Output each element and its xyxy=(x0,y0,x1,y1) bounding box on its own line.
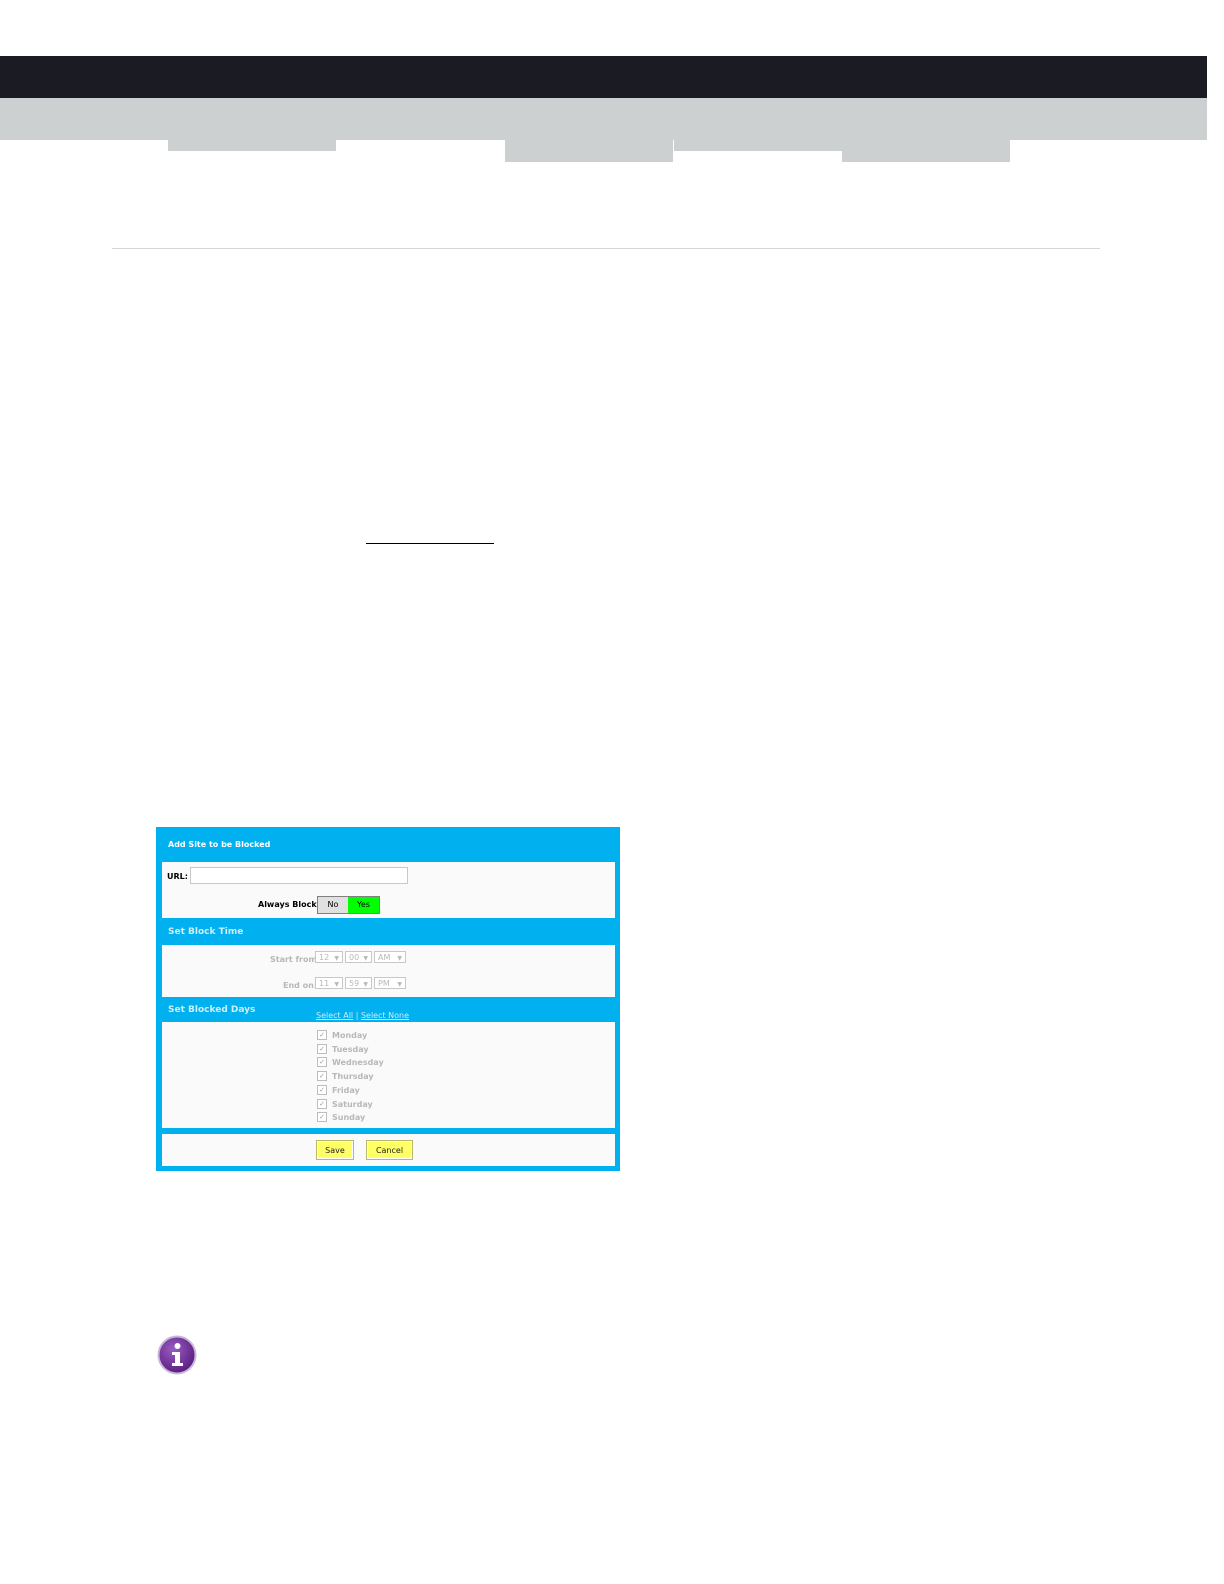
panel-title: Add Site to be Blocked xyxy=(168,840,271,849)
start-hour-value: 12 xyxy=(319,953,330,962)
url-label: URL: xyxy=(167,872,188,881)
block-time-heading: Set Block Time xyxy=(168,927,244,937)
chevron-down-icon: ▼ xyxy=(334,955,339,962)
nav-band xyxy=(0,98,1207,140)
always-block-label: Always Block? xyxy=(258,900,322,909)
nav-tab-4[interactable] xyxy=(674,140,842,151)
header-bar xyxy=(0,56,1207,98)
day-label: Friday xyxy=(332,1085,360,1095)
select-all-link[interactable]: Select All xyxy=(316,1011,353,1020)
start-hour-select[interactable]: 12 ▼ xyxy=(315,951,343,963)
day-label: Tuesday xyxy=(332,1044,369,1054)
day-checkbox[interactable]: ✓ xyxy=(317,1071,327,1082)
chevron-down-icon: ▼ xyxy=(397,981,402,988)
toggle-no[interactable]: No xyxy=(318,897,348,913)
day-checkbox[interactable]: ✓ xyxy=(317,1057,327,1068)
chevron-down-icon: ▼ xyxy=(363,981,368,988)
start-ampm-select[interactable]: AM ▼ xyxy=(374,951,406,963)
day-checkbox[interactable]: ✓ xyxy=(317,1084,327,1095)
day-label: Thursday xyxy=(332,1072,374,1082)
nav-tab-3[interactable] xyxy=(505,140,673,162)
select-separator: | xyxy=(355,1011,359,1020)
start-minute-value: 00 xyxy=(349,953,360,962)
chevron-down-icon: ▼ xyxy=(363,955,368,962)
day-label: Wednesday xyxy=(332,1058,384,1068)
always-block-toggle[interactable]: No Yes xyxy=(317,896,380,914)
day-label: Sunday xyxy=(332,1113,366,1123)
nav-tab-5[interactable] xyxy=(842,140,1010,162)
chevron-down-icon: ▼ xyxy=(397,955,402,962)
select-none-link[interactable]: Select None xyxy=(361,1011,409,1020)
add-site-panel: Add Site to be Blocked URL: Always Block… xyxy=(156,827,620,1171)
select-links: Select All | Select None xyxy=(316,1011,409,1020)
end-ampm-select[interactable]: PM ▼ xyxy=(374,977,406,989)
end-on-label: End on: xyxy=(283,981,318,990)
day-label: Monday xyxy=(332,1031,368,1040)
end-ampm-value: PM xyxy=(378,979,390,988)
day-checkbox[interactable]: ✓ xyxy=(317,1043,327,1054)
url-input[interactable] xyxy=(190,867,408,884)
day-checkbox[interactable]: ✓ xyxy=(317,1112,327,1123)
url-section: URL: Always Block? No Yes xyxy=(162,862,615,918)
nav-tab-1[interactable] xyxy=(168,140,336,151)
cancel-button[interactable]: Cancel xyxy=(366,1140,413,1160)
start-ampm-value: AM xyxy=(378,953,391,962)
info-icon xyxy=(157,1335,197,1375)
blocked-days-section: ✓ Monday ✓ Tuesday ✓ Wednesday ✓ Thursday ✓ Frida… xyxy=(162,1022,615,1128)
day-checkbox[interactable]: ✓ xyxy=(317,1030,327,1040)
save-button[interactable]: Save xyxy=(316,1140,354,1160)
block-time-section: Start from: 12 ▼ 00 ▼ AM ▼ End on: 11 ▼ 59 ▼ … xyxy=(162,945,615,997)
day-checkbox[interactable]: ✓ xyxy=(317,1098,327,1109)
start-minute-select[interactable]: 00 ▼ xyxy=(345,951,372,963)
day-label: Saturday xyxy=(332,1099,373,1109)
end-hour-value: 11 xyxy=(319,979,330,988)
toggle-yes[interactable]: Yes xyxy=(348,897,379,913)
end-minute-value: 59 xyxy=(349,979,360,988)
actions-section: Save Cancel xyxy=(162,1134,615,1166)
blocked-days-heading: Set Blocked Days xyxy=(168,1005,256,1015)
end-minute-select[interactable]: 59 ▼ xyxy=(345,977,372,989)
underline-rule xyxy=(366,543,494,544)
end-hour-select[interactable]: 11 ▼ xyxy=(315,977,343,989)
start-from-label: Start from: xyxy=(270,955,320,964)
section-divider xyxy=(112,248,1100,249)
chevron-down-icon: ▼ xyxy=(334,981,339,988)
